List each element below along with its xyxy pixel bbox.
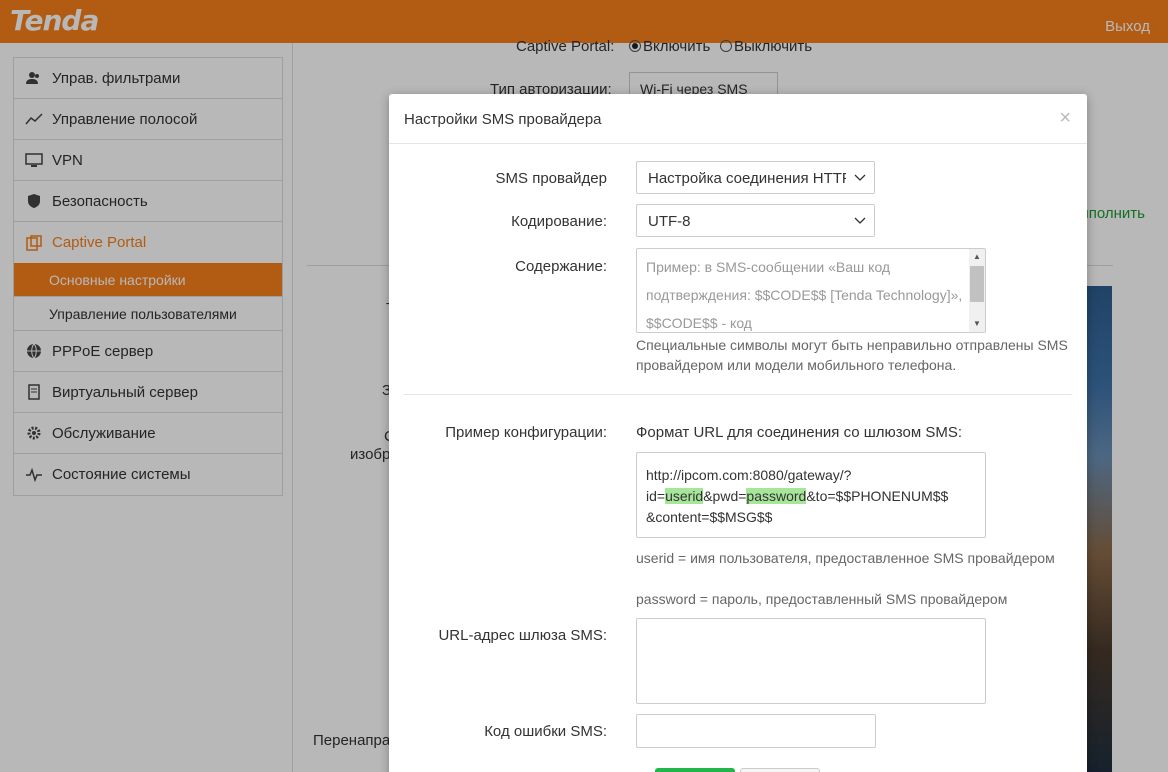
encoding-label: Кодирование: (511, 213, 607, 230)
textarea-scrollbar[interactable]: ▲ ▼ (969, 249, 985, 332)
scroll-up-icon[interactable]: ▲ (969, 249, 985, 265)
gateway-label: URL-адрес шлюза SMS: (438, 627, 607, 644)
encoding-select[interactable]: UTF-8 (636, 204, 875, 237)
provider-select[interactable]: Настройка соединения HTTP (636, 161, 875, 194)
scroll-thumb[interactable] (970, 266, 984, 302)
gateway-url-textarea[interactable] (636, 618, 986, 704)
userid-hint: userid = имя пользователя, предоставленн… (636, 550, 1055, 566)
example-label: Пример конфигурации: (445, 424, 607, 441)
chevron-down-icon (846, 162, 874, 193)
cancel-button[interactable] (740, 768, 820, 772)
password-highlight: password (746, 488, 807, 504)
password-hint: password = пароль, предоставленный SMS п… (636, 591, 1008, 607)
close-icon[interactable]: × (1059, 107, 1071, 130)
userid-highlight: userid (665, 488, 704, 504)
chevron-down-icon (846, 205, 874, 236)
content-hint: Специальные символы могут быть неправиль… (636, 337, 1068, 373)
content-label: Содержание: (515, 258, 607, 275)
dialog-header: Настройки SMS провайдера × (389, 94, 1087, 144)
encoding-select-value: UTF-8 (648, 213, 691, 230)
save-button[interactable] (655, 768, 735, 772)
section-divider (404, 394, 1072, 395)
error-code-input[interactable] (636, 714, 876, 748)
url-example-box: http://ipcom.com:8080/gateway/? id=useri… (636, 452, 986, 538)
scroll-down-icon[interactable]: ▼ (969, 316, 985, 332)
content-textarea[interactable]: Пример: в SMS-сообщении «Ваш код подтвер… (636, 248, 986, 333)
provider-select-value: Настройка соединения HTTP (648, 170, 852, 187)
error-code-label: Код ошибки SMS: (484, 723, 607, 740)
url-format-title: Формат URL для соединения со шлюзом SMS: (636, 424, 963, 441)
sms-provider-dialog: Настройки SMS провайдера × SMS провайдер… (389, 94, 1087, 772)
provider-label: SMS провайдер (495, 170, 607, 187)
dialog-title: Настройки SMS провайдера (404, 111, 602, 128)
content-placeholder: Пример: в SMS-сообщении «Ваш код подтвер… (646, 259, 963, 331)
